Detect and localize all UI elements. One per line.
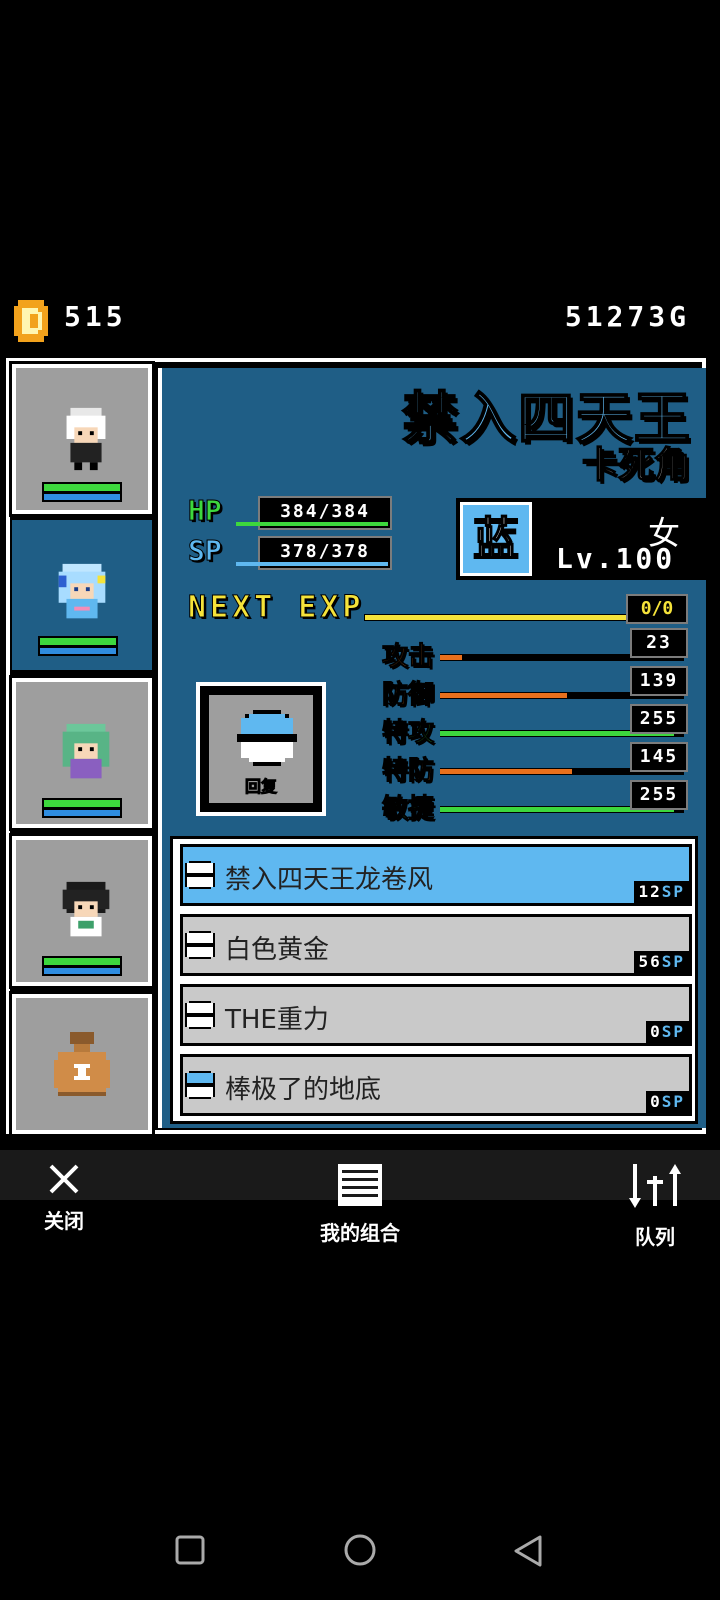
skill-orb-icon — [185, 861, 215, 889]
close-icon — [49, 1164, 79, 1194]
skill-name: 棒极了的地底 — [225, 1075, 382, 1105]
stat-value: 139 — [630, 666, 688, 696]
stat-label: 特防 — [381, 756, 435, 787]
skill-orb-icon — [185, 1001, 215, 1029]
heal-label: 回复 — [244, 777, 277, 797]
character-portrait-icon — [66, 407, 106, 471]
party-slot-4[interactable] — [9, 833, 155, 989]
skill-cost-value: 0 — [650, 1092, 662, 1111]
sp-label: SP — [188, 534, 223, 568]
sp-bar — [236, 562, 388, 566]
list-icon — [338, 1164, 382, 1206]
stat-label: 攻击 — [381, 642, 435, 673]
heal-button[interactable]: 回复 — [196, 682, 326, 816]
sort-icon — [629, 1164, 681, 1208]
skill-cost: 0SP — [646, 1091, 689, 1113]
stat-bar-fill — [440, 655, 462, 660]
skill-cost-unit: SP — [661, 882, 685, 901]
stat-bar-fill — [440, 769, 572, 774]
skill-cost-unit: SP — [661, 1022, 685, 1041]
stat-value: 145 — [630, 742, 688, 772]
skill-cost-unit: SP — [661, 952, 685, 971]
skill-cost-value: 12 — [638, 882, 662, 901]
stat-value: 255 — [630, 704, 688, 734]
skill-orb-icon — [185, 931, 215, 959]
queue-button[interactable]: 队列 — [620, 1162, 690, 1250]
stat-label: 特攻 — [381, 718, 435, 749]
skill-row[interactable]: 禁入四天王龙卷风 12SP — [180, 844, 692, 906]
gem-count: 515 — [64, 300, 127, 333]
skill-row[interactable]: 棒极了的地底 0SP — [180, 1054, 692, 1116]
my-team-label: 我的组合 — [320, 1221, 400, 1245]
skill-name: 白色黄金 — [225, 935, 330, 965]
recent-apps-icon[interactable] — [174, 1534, 206, 1566]
close-label: 关闭 — [44, 1209, 84, 1233]
stat-bar-fill — [440, 693, 567, 698]
hp-label: HP — [188, 494, 223, 528]
party-slot-2[interactable] — [12, 520, 152, 670]
party-slot-3[interactable] — [9, 675, 155, 831]
stat-label: 防御 — [381, 680, 435, 711]
home-icon[interactable] — [342, 1534, 378, 1570]
skill-cost-value: 56 — [638, 952, 662, 971]
inventory-bag-slot[interactable] — [9, 991, 155, 1137]
stat-value: 255 — [630, 780, 688, 810]
skill-cost: 56SP — [634, 951, 689, 973]
skill-cost: 0SP — [646, 1021, 689, 1043]
character-portrait-icon — [62, 723, 110, 779]
skill-cost: 12SP — [634, 881, 689, 903]
level-label: Lv.100 — [556, 542, 676, 575]
skill-name: 禁入四天王龙卷风 — [225, 865, 434, 895]
close-button[interactable]: 关闭 — [34, 1162, 94, 1234]
back-icon[interactable] — [512, 1534, 544, 1568]
element-badge: 蓝 — [460, 502, 532, 576]
party-slot-1[interactable] — [9, 361, 155, 517]
money-bag-icon — [54, 1032, 110, 1096]
skill-name: THE重力 — [225, 1005, 329, 1035]
my-team-button[interactable]: 我的组合 — [310, 1162, 410, 1246]
heal-orb-icon — [237, 710, 297, 766]
stat-label: 敏捷 — [381, 794, 435, 825]
skill-row[interactable]: THE重力 0SP — [180, 984, 692, 1046]
next-exp-value: 0/0 — [626, 594, 688, 624]
character-portrait-icon — [58, 563, 106, 619]
gold-amount: 51273G — [564, 300, 690, 333]
skill-cost-unit: SP — [661, 1092, 685, 1111]
skill-row[interactable]: 白色黄金 56SP — [180, 914, 692, 976]
skill-orb-icon — [185, 1071, 215, 1099]
stat-value: 23 — [630, 628, 688, 658]
character-portrait-icon — [62, 881, 110, 937]
skill-cost-value: 0 — [650, 1022, 662, 1041]
hp-bar — [236, 522, 388, 526]
gem-coin-icon — [14, 300, 48, 342]
next-exp-label: NEXT EXP — [188, 590, 365, 626]
character-title: 卡死角 — [581, 444, 691, 487]
queue-label: 队列 — [635, 1225, 675, 1249]
